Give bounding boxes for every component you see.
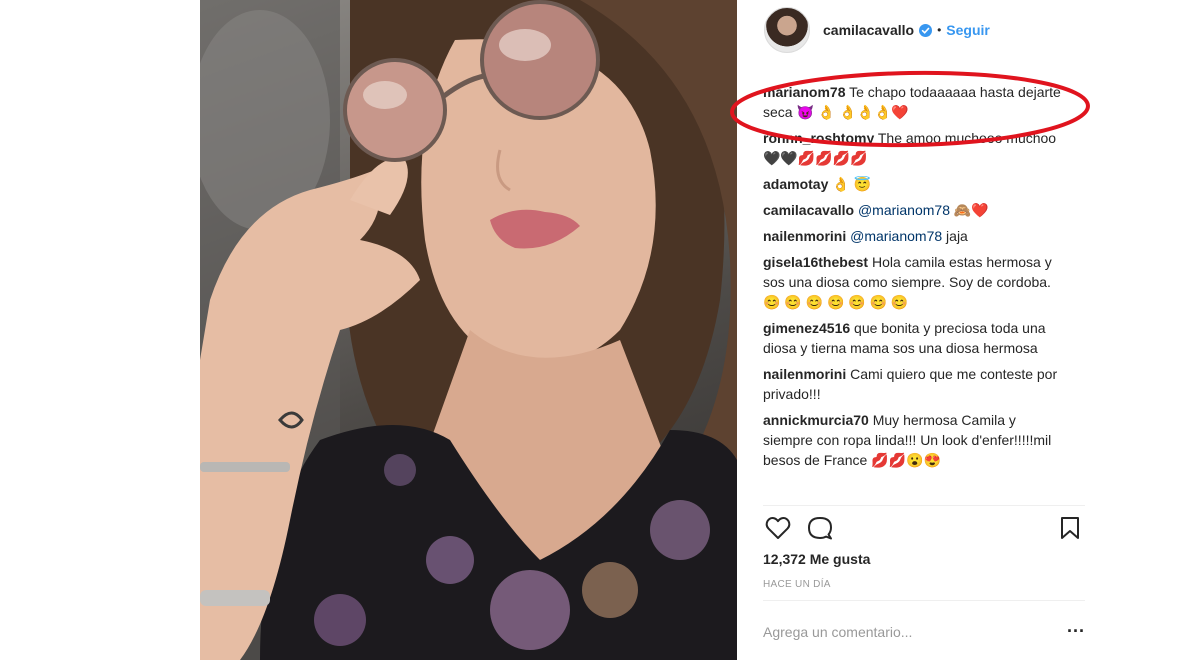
comment-username[interactable]: gimenez4516 <box>763 320 850 336</box>
heart-icon <box>765 517 791 539</box>
post-header: camilacavallo • Seguir <box>764 7 990 53</box>
comment-mention[interactable]: @marianom78 <box>858 202 950 218</box>
like-button[interactable] <box>763 513 793 543</box>
comment-username[interactable]: marianom78 <box>763 84 845 100</box>
selfie-illustration <box>200 0 737 660</box>
avatar[interactable] <box>764 7 810 53</box>
comment-username[interactable]: gisela16thebest <box>763 254 868 270</box>
post-side-panel: camilacavallo • Seguir marianom78 Te cha… <box>737 0 1087 660</box>
comment-text: jaja <box>942 228 968 244</box>
comment-username[interactable]: nailenmorini <box>763 228 846 244</box>
more-options-button[interactable]: ... <box>1067 617 1085 635</box>
comment-username[interactable]: nailenmorini <box>763 366 846 382</box>
comment-item: gimenez4516 que bonita y preciosa toda u… <box>763 318 1068 358</box>
verified-badge-icon <box>919 23 933 37</box>
comment-username[interactable]: annickmurcia70 <box>763 412 869 428</box>
comments-list: marianom78 Te chapo todaaaaaa hasta deja… <box>763 82 1068 476</box>
comment-item: marianom78 Te chapo todaaaaaa hasta deja… <box>763 82 1068 122</box>
comment-item: nailenmorini @marianom78 jaja <box>763 226 1068 246</box>
comment-mention[interactable]: @marianom78 <box>850 228 942 244</box>
separator-dot: • <box>937 23 942 37</box>
action-bar <box>763 513 1085 545</box>
divider <box>763 505 1085 506</box>
comment-username[interactable]: adamotay <box>763 176 828 192</box>
follow-button[interactable]: Seguir <box>946 22 990 38</box>
comment-button[interactable] <box>805 513 835 543</box>
comment-item: gisela16thebest Hola camila estas hermos… <box>763 252 1068 312</box>
add-comment-input[interactable] <box>763 614 1053 650</box>
save-button[interactable] <box>1055 513 1085 543</box>
comment-bubble-icon <box>808 517 832 540</box>
comment-item: adamotay 👌 😇 <box>763 174 1068 194</box>
comment-item: nailenmorini Cami quiero que me conteste… <box>763 364 1068 404</box>
likes-count[interactable]: 12,372 Me gusta <box>763 551 870 567</box>
comment-username[interactable]: ronnn_roshtomy <box>763 130 874 146</box>
comment-text: 👌 😇 <box>828 176 872 192</box>
comment-item: annickmurcia70 Muy hermosa Camila y siem… <box>763 410 1068 470</box>
post-timestamp[interactable]: HACE UN DÍA <box>763 579 831 590</box>
comment-item: camilacavallo @marianom78 🙈❤️ <box>763 200 1068 220</box>
bookmark-icon <box>1061 517 1079 539</box>
divider <box>763 600 1085 601</box>
comment-username[interactable]: camilacavallo <box>763 202 854 218</box>
comment-item: ronnn_roshtomy The amoo muchooo muchoo 🖤… <box>763 128 1068 168</box>
post-photo <box>200 0 737 660</box>
comment-text: 🙈❤️ <box>949 202 989 218</box>
post-author-username[interactable]: camilacavallo <box>823 22 914 38</box>
